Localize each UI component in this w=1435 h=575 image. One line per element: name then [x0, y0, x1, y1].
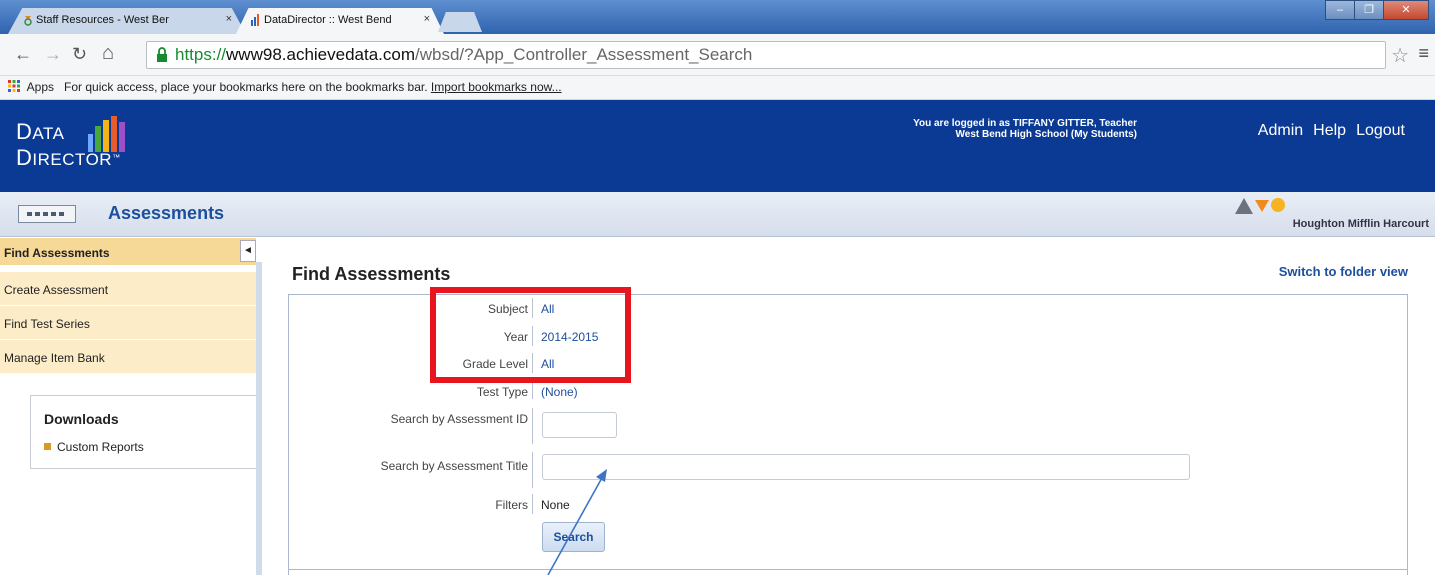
page-title: Find Assessments — [292, 264, 451, 284]
url-host: www98.achievedata.com — [226, 45, 416, 64]
module-title: Assessments — [108, 203, 225, 223]
sidebar-item-create-assessment[interactable]: Create Assessment — [0, 272, 256, 306]
login-user: You are logged in as TIFFANY GITTER, Tea… — [913, 118, 1137, 129]
tab-close-icon[interactable]: × — [226, 13, 232, 25]
assessment-title-input[interactable] — [542, 454, 1190, 480]
separator — [532, 381, 533, 399]
separator — [532, 452, 533, 488]
downloads-heading: Downloads — [44, 411, 119, 427]
tab-title: DataDirector :: West Bend — [264, 14, 392, 26]
switch-to-folder-view-link[interactable]: Switch to folder view — [1279, 264, 1408, 279]
address-bar[interactable]: https://www98.achievedata.com/wbsd/?App_… — [146, 41, 1386, 69]
tab-staff-resources[interactable]: Staff Resources - West Ber × — [8, 8, 246, 34]
separator — [532, 494, 533, 514]
sidebar-item-find-assessments[interactable]: Find Assessments — [0, 238, 256, 266]
menu-icon[interactable]: ≡ — [1418, 43, 1429, 64]
url-path: /wbsd/?App_Controller_Assessment_Search — [415, 45, 753, 64]
window-controls: – ❐ ✕ — [1325, 0, 1429, 22]
import-bookmarks-link[interactable]: Import bookmarks now... — [431, 80, 562, 94]
assessment-title-label: Search by Assessment Title — [380, 459, 528, 473]
downloads-box: Downloads Custom Reports — [30, 395, 256, 469]
test-type-value[interactable]: (None) — [541, 385, 578, 399]
bookmarks-hint: For quick access, place your bookmarks h… — [64, 80, 428, 94]
forward-arrow-icon[interactable]: → — [44, 44, 62, 65]
logo-bars-icon — [88, 116, 125, 152]
apps-grid-icon — [8, 80, 20, 92]
favicon-icon — [24, 16, 32, 26]
sidebar-item-find-test-series[interactable]: Find Test Series — [0, 306, 256, 340]
red-highlight-box — [430, 287, 631, 383]
datadirector-favicon-icon — [251, 14, 259, 26]
logout-link[interactable]: Logout — [1356, 122, 1405, 140]
search-button[interactable]: Search — [542, 522, 605, 552]
tab-datadirector[interactable]: DataDirector :: West Bend × — [236, 8, 444, 34]
separator — [532, 408, 533, 444]
filters-value[interactable]: None — [541, 498, 570, 512]
maximize-icon[interactable]: ❐ — [1354, 0, 1384, 20]
login-school: West Bend High School (My Students) — [955, 129, 1137, 140]
test-type-label: Test Type — [476, 385, 528, 399]
reload-icon[interactable]: ↻ — [72, 44, 87, 65]
apps-link[interactable]: Apps — [27, 80, 54, 94]
minimize-icon[interactable]: – — [1325, 0, 1355, 20]
browser-tab-strip: Staff Resources - West Ber × DataDirecto… — [0, 0, 1435, 34]
sidebar-collapse-button[interactable]: ◄ — [240, 240, 256, 262]
bullet-icon — [44, 443, 51, 450]
module-menu-button[interactable] — [18, 205, 76, 223]
home-icon[interactable]: ⌂ — [102, 42, 114, 65]
browser-toolbar: ← → ↻ ⌂ https://www98.achievedata.com/wb… — [0, 34, 1435, 76]
lock-icon — [157, 47, 167, 62]
new-tab-button[interactable] — [438, 12, 482, 32]
panel-bottom-border — [288, 569, 1408, 570]
module-header: Assessments Houghton Mifflin Harcourt — [0, 192, 1435, 237]
tab-close-icon[interactable]: × — [424, 13, 430, 25]
sidebar-rail — [256, 262, 262, 575]
assessment-id-label: Search by Assessment ID — [390, 412, 528, 426]
hmh-logo-icon — [1235, 198, 1285, 214]
bookmarks-bar: Apps For quick access, place your bookma… — [0, 76, 1435, 100]
custom-reports-link[interactable]: Custom Reports — [44, 440, 144, 454]
app-header: DATA DIRECTOR™ You are logged in as TIFF… — [0, 100, 1435, 192]
back-arrow-icon[interactable]: ← — [14, 44, 32, 65]
tab-title: Staff Resources - West Ber — [36, 14, 169, 26]
help-link[interactable]: Help — [1313, 122, 1346, 140]
module-dots-icon — [27, 212, 64, 216]
bookmark-star-icon[interactable]: ☆ — [1391, 43, 1409, 68]
login-info: You are logged in as TIFFANY GITTER, Tea… — [820, 118, 1137, 140]
close-window-icon[interactable]: ✕ — [1383, 0, 1429, 20]
hmh-brand: Houghton Mifflin Harcourt — [1292, 218, 1429, 230]
url-scheme: https:// — [175, 45, 227, 64]
top-nav: Admin Help Logout — [1258, 122, 1405, 140]
sidebar-item-manage-item-bank[interactable]: Manage Item Bank — [0, 340, 256, 374]
assessment-id-input[interactable] — [542, 412, 617, 438]
admin-link[interactable]: Admin — [1258, 122, 1303, 140]
filters-label: Filters — [495, 498, 528, 512]
